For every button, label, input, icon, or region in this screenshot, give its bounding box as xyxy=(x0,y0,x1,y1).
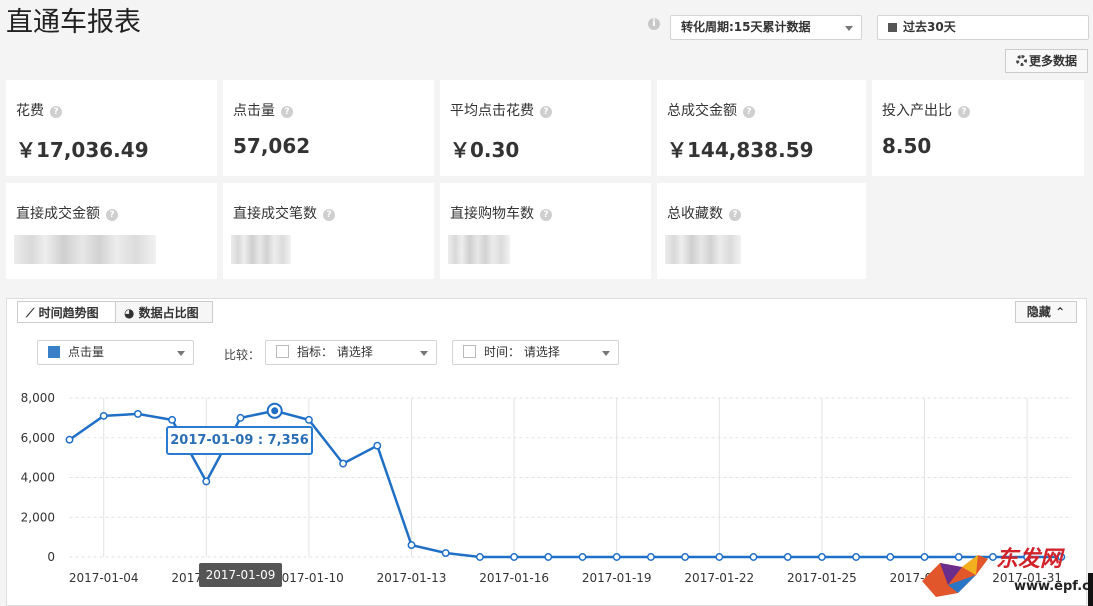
watermark-url: www.epf.cn xyxy=(1014,579,1093,594)
x-tick-label: 2017-01-25 xyxy=(787,571,857,585)
y-tick-label: 8,000 xyxy=(21,391,55,405)
y-tick-label: 6,000 xyxy=(21,431,55,445)
data-point xyxy=(817,553,826,561)
data-point xyxy=(783,553,792,561)
y-tick-label: 0 xyxy=(47,550,55,564)
data-point xyxy=(578,553,587,561)
data-point xyxy=(407,541,416,550)
chart-tooltip: 2017-01-09 : 7,356 xyxy=(166,426,313,455)
hover-x-label: 2017-01-09 xyxy=(199,563,282,587)
x-tick-label: 2017-01-10 xyxy=(274,571,344,585)
data-point xyxy=(749,553,758,561)
data-point xyxy=(544,553,553,561)
data-point xyxy=(681,553,690,561)
data-point xyxy=(715,553,724,561)
data-point xyxy=(168,415,177,424)
clicks-trend-chart: 0 2,000 4,000 6,000 8,000 2017-01-04 2017-01-0… xyxy=(21,391,1072,585)
data-point xyxy=(304,415,313,424)
data-point xyxy=(646,553,655,561)
x-tick-label: 2017-01-04 xyxy=(69,571,139,585)
highlight-point xyxy=(271,407,279,415)
data-point xyxy=(133,409,142,418)
x-tick-label: 2017-01-16 xyxy=(479,571,549,585)
data-point xyxy=(475,553,484,561)
scrollbar[interactable] xyxy=(1088,573,1093,606)
data-point xyxy=(236,413,245,422)
data-point xyxy=(373,441,382,450)
y-tick-label: 2,000 xyxy=(21,510,55,524)
data-point xyxy=(441,549,450,557)
watermark-text: 东发网 xyxy=(996,547,1063,572)
data-point xyxy=(886,553,895,561)
x-tick-label: 2017-01-22 xyxy=(684,571,754,585)
data-point xyxy=(612,553,621,561)
data-point xyxy=(99,411,108,420)
x-tick-label: 2017-01-19 xyxy=(582,571,652,585)
data-point xyxy=(510,553,519,561)
data-point xyxy=(852,553,861,561)
data-point xyxy=(339,459,348,468)
data-point xyxy=(202,477,211,486)
data-point xyxy=(65,435,74,444)
x-tick-label: 2017-01-13 xyxy=(377,571,447,585)
y-tick-label: 4,000 xyxy=(21,471,55,485)
